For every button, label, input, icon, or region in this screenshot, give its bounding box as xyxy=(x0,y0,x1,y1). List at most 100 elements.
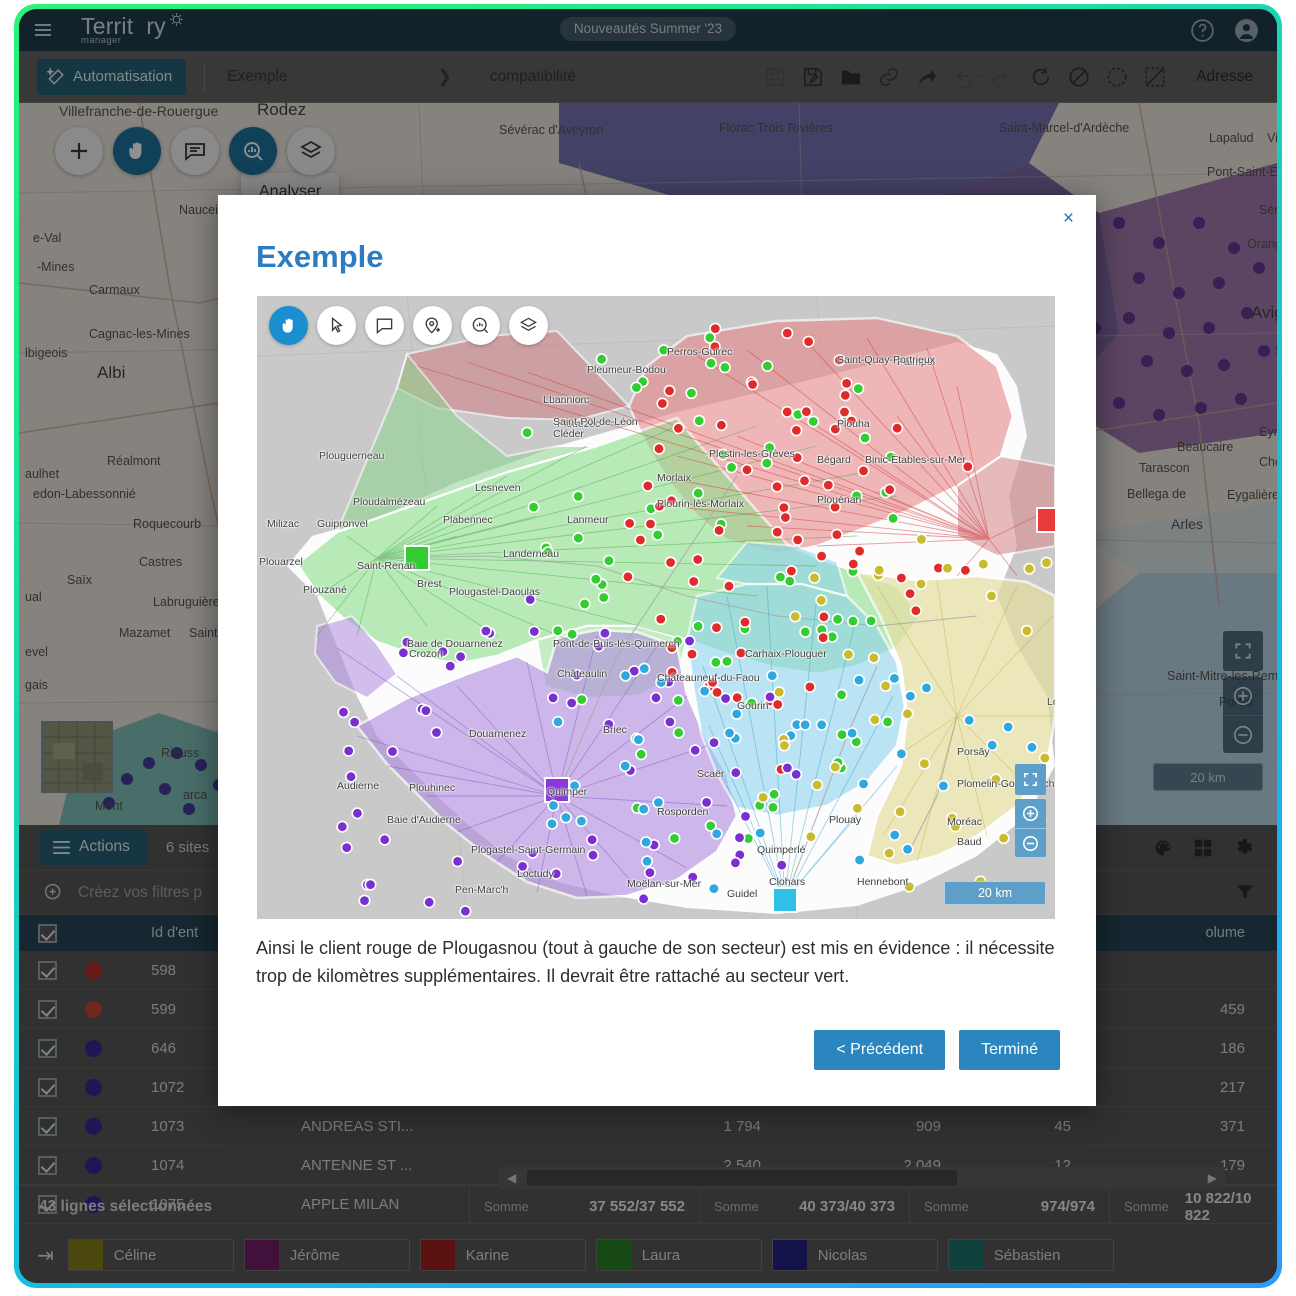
map-client-point xyxy=(547,799,560,812)
map-client-point xyxy=(729,766,742,779)
green-sector-center xyxy=(404,545,430,571)
map-client-point xyxy=(914,577,927,590)
map-client-point xyxy=(602,718,615,731)
map-client-point xyxy=(655,676,668,689)
modal-map-tool-group[interactable] xyxy=(269,306,548,345)
map-client-point xyxy=(713,524,726,537)
modal-map[interactable]: Perros-Guirec Paimpol Pleumeur-Bodou Saint-… xyxy=(257,296,1055,919)
red-sector-center xyxy=(1036,507,1055,533)
map-client-point xyxy=(663,715,676,728)
map-client-point xyxy=(879,679,892,692)
map-client-point xyxy=(665,641,678,654)
map-client-point xyxy=(888,828,901,841)
map-client-point xyxy=(479,624,492,637)
map-client-point xyxy=(551,624,564,637)
map-client-point xyxy=(718,361,731,374)
map-client-point xyxy=(643,866,656,879)
zoom-in-icon-button[interactable] xyxy=(1015,799,1046,828)
map-client-point xyxy=(652,442,665,455)
modal-map-zoom-controls[interactable] xyxy=(1015,764,1046,857)
zoom-out-icon-button[interactable] xyxy=(1015,828,1046,857)
comment-icon-button[interactable] xyxy=(365,306,404,345)
map-client-point xyxy=(799,625,812,638)
map-client-point xyxy=(710,827,723,840)
map-client-point xyxy=(829,761,842,774)
map-client-point xyxy=(781,405,794,418)
map-client-point xyxy=(707,736,720,749)
map-client-point xyxy=(804,830,817,843)
map-client-point xyxy=(895,571,908,584)
cyan-sector-center xyxy=(772,887,798,913)
map-client-point xyxy=(847,557,860,570)
map-client-point xyxy=(986,739,999,752)
map-client-point xyxy=(915,533,928,546)
map-client-point xyxy=(575,815,588,828)
map-client-point xyxy=(887,512,900,525)
map-client-point xyxy=(572,532,585,545)
done-button[interactable]: Terminé xyxy=(959,1030,1060,1070)
map-client-point xyxy=(779,511,792,524)
map-client-point xyxy=(337,706,350,719)
map-client-point xyxy=(565,696,578,709)
map-client-point xyxy=(903,880,916,893)
map-client-point xyxy=(791,451,804,464)
hand-pan-icon-button[interactable] xyxy=(269,306,308,345)
map-client-point xyxy=(386,745,399,758)
map-client-point xyxy=(550,867,563,880)
map-client-point xyxy=(763,441,776,454)
map-client-point xyxy=(683,634,696,647)
map-client-point xyxy=(665,494,678,507)
layers-icon-button[interactable] xyxy=(509,306,548,345)
map-client-point xyxy=(734,646,747,659)
map-client-point xyxy=(364,878,377,891)
map-client-point xyxy=(895,747,908,760)
map-client-point xyxy=(672,726,685,739)
map-client-point xyxy=(649,691,662,704)
map-client-point xyxy=(845,415,858,428)
map-client-point xyxy=(559,811,572,824)
map-client-point xyxy=(894,805,907,818)
map-client-point xyxy=(459,905,472,918)
map-client-point xyxy=(833,354,846,367)
map-client-point xyxy=(959,564,972,577)
map-client-point xyxy=(619,759,632,772)
app-window-frame: Villefranche-de-Rouergue Rodez Sévérac d'A… xyxy=(14,4,1282,1288)
example-modal: × Exemple Perros-Guirec Paimpol Pleumeur… xyxy=(218,195,1096,1106)
map-client-point xyxy=(516,860,529,873)
map-client-point xyxy=(904,690,917,703)
map-client-point xyxy=(881,715,894,728)
previous-button[interactable]: < Précédent xyxy=(814,1030,946,1070)
map-client-point xyxy=(566,628,579,641)
add-place-icon-button[interactable] xyxy=(413,306,452,345)
map-client-point xyxy=(857,777,870,790)
map-client-point xyxy=(989,773,1002,786)
map-client-point xyxy=(725,461,738,474)
map-client-point xyxy=(668,832,681,845)
fullscreen-icon-button[interactable] xyxy=(1015,764,1046,795)
map-client-point xyxy=(723,726,736,739)
map-client-point xyxy=(528,625,541,638)
map-client-point xyxy=(846,727,859,740)
map-client-point xyxy=(873,564,886,577)
map-client-point xyxy=(800,405,813,418)
map-client-point xyxy=(846,615,859,628)
map-client-point xyxy=(652,796,665,809)
map-client-point xyxy=(578,597,591,610)
cursor-select-icon-button[interactable] xyxy=(317,306,356,345)
map-client-point xyxy=(773,686,786,699)
close-icon[interactable]: × xyxy=(1063,209,1074,228)
map-client-point xyxy=(336,820,349,833)
map-client-point xyxy=(704,357,717,370)
map-client-point xyxy=(740,463,753,476)
map-client-point xyxy=(720,655,733,668)
analyze-icon-button[interactable] xyxy=(461,306,500,345)
map-client-point xyxy=(709,656,722,669)
map-client-point xyxy=(829,423,842,436)
map-client-point xyxy=(963,714,976,727)
map-client-point xyxy=(865,614,878,627)
map-client-point xyxy=(798,474,811,487)
map-client-point xyxy=(768,788,781,801)
map-client-point xyxy=(430,726,443,739)
map-client-point xyxy=(815,718,828,731)
map-client-point xyxy=(708,340,721,353)
